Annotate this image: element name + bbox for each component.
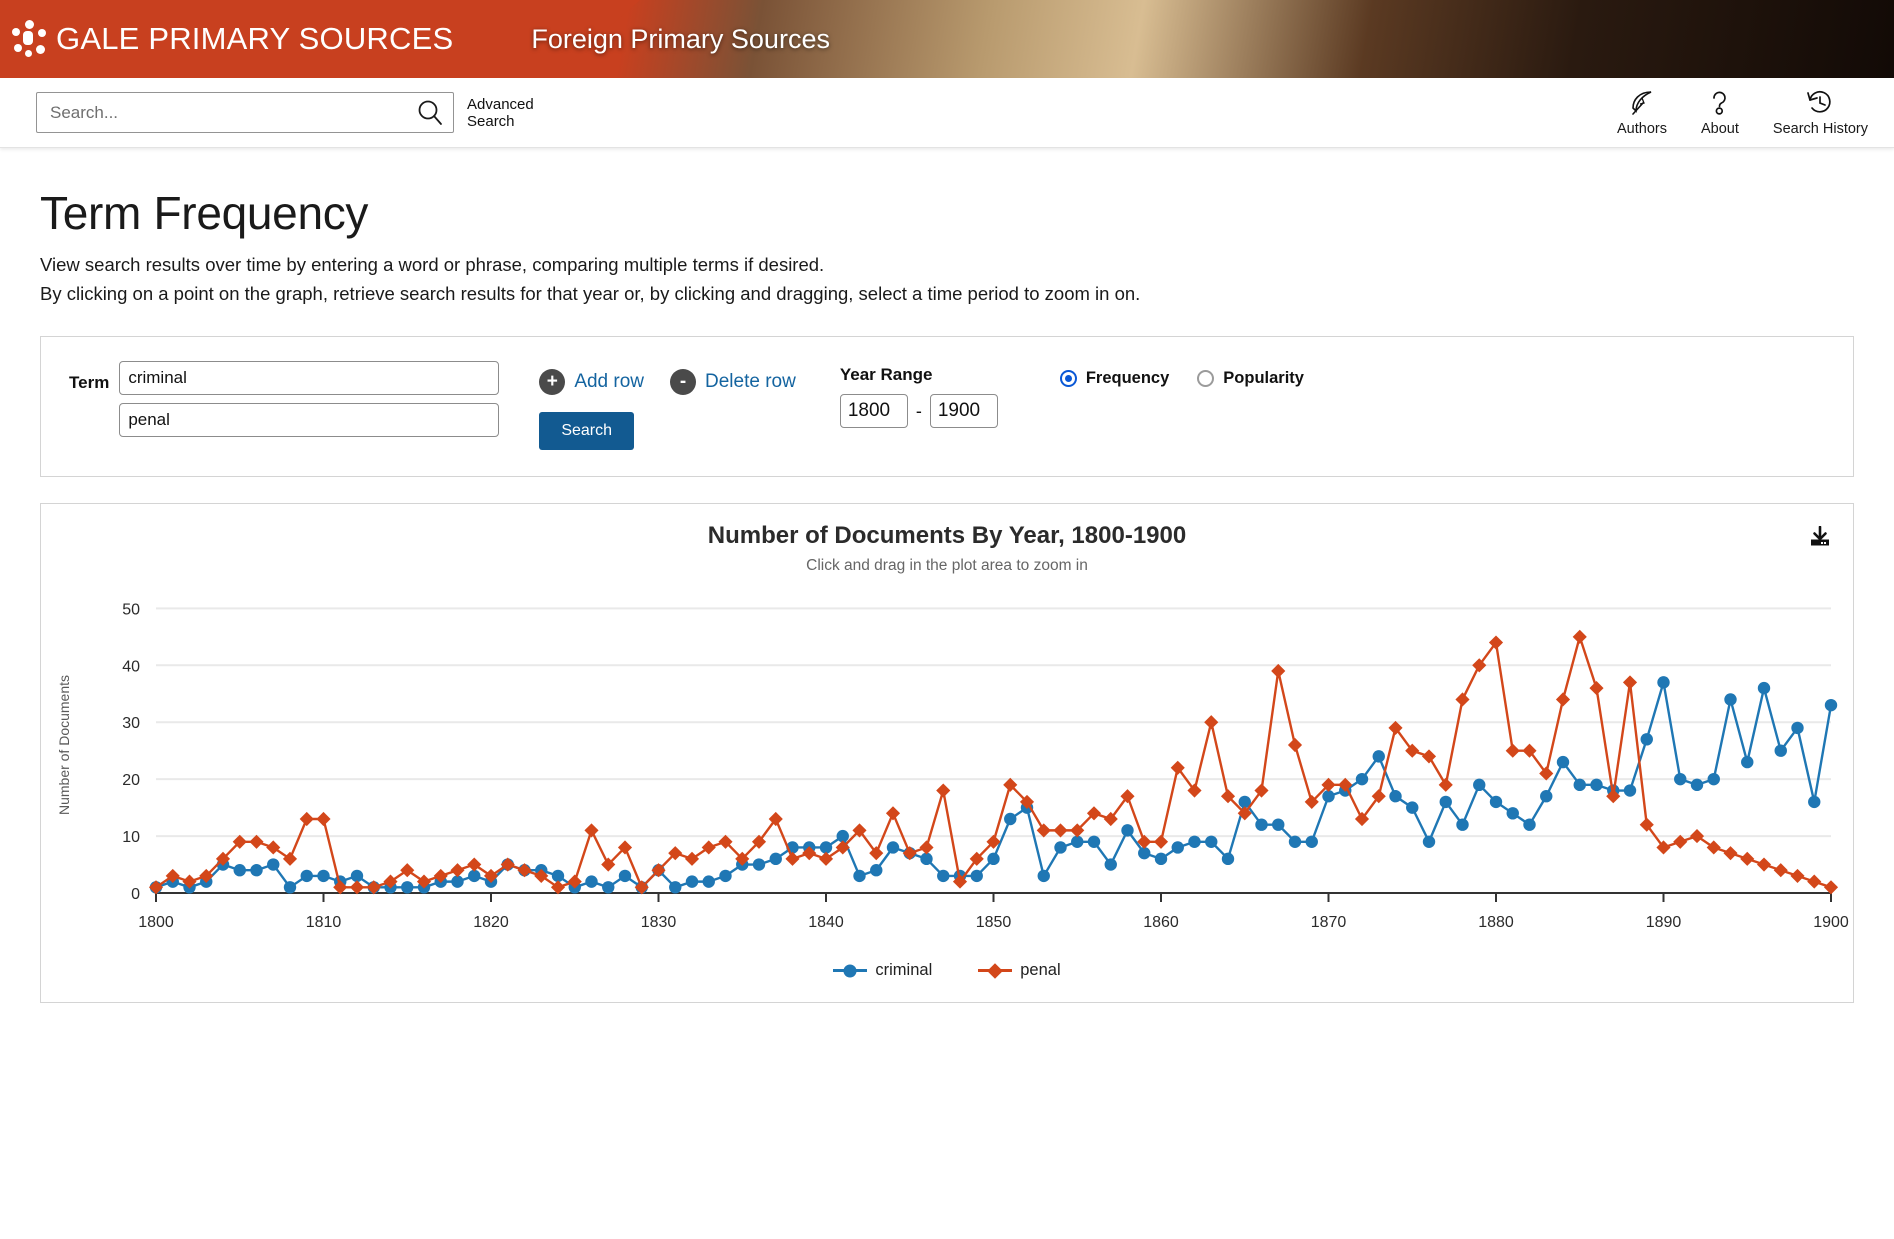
svg-text:1900: 1900 xyxy=(1813,914,1849,931)
delete-row-label: Delete row xyxy=(705,371,796,392)
svg-text:40: 40 xyxy=(122,658,140,675)
svg-text:50: 50 xyxy=(122,601,140,618)
radio-popularity-control[interactable] xyxy=(1197,370,1215,387)
plus-icon: + xyxy=(539,369,566,395)
svg-text:0: 0 xyxy=(131,886,140,903)
radio-frequency[interactable]: Frequency xyxy=(1059,369,1170,388)
radio-frequency-label: Frequency xyxy=(1085,369,1170,387)
svg-text:Number of Documents: Number of Documents xyxy=(56,675,72,815)
radio-popularity[interactable]: Popularity xyxy=(1197,369,1304,388)
svg-text:1830: 1830 xyxy=(641,914,677,931)
header-label-about: About xyxy=(1701,121,1739,137)
feather-icon xyxy=(1617,88,1667,118)
chart-legend: criminal penal xyxy=(41,961,1853,980)
mode-radio-group: Frequency Popularity xyxy=(1059,369,1304,388)
svg-text:10: 10 xyxy=(122,829,140,846)
term-frequency-plot[interactable]: 0 10 20 30 40 50 Number of Documents 1800 1810 18… xyxy=(41,575,1851,975)
svg-text:30: 30 xyxy=(122,715,140,732)
header-icon-group: Authors About Search History xyxy=(1617,78,1868,147)
row-actions-column: + Add row - Delete row Search xyxy=(539,361,796,450)
legend-label-penal: penal xyxy=(1020,961,1061,979)
page-body: Term Frequency View search results over … xyxy=(0,186,1894,1003)
search-icon[interactable] xyxy=(413,96,447,130)
question-mark-icon xyxy=(1701,88,1739,118)
global-search-bar: Advanced Search Authors About xyxy=(0,78,1894,148)
svg-text:1800: 1800 xyxy=(138,914,174,931)
advanced-search-line2: Search xyxy=(467,112,515,130)
svg-text:1810: 1810 xyxy=(306,914,342,931)
page-description-line2: By clicking on a point on the graph, ret… xyxy=(40,283,1141,304)
svg-text:1880: 1880 xyxy=(1478,914,1514,931)
radio-frequency-control[interactable] xyxy=(1059,370,1077,387)
svg-text:1850: 1850 xyxy=(976,914,1012,931)
year-range-column: Year Range - xyxy=(839,361,998,428)
delete-row-button[interactable]: - Delete row xyxy=(670,369,796,395)
download-icon[interactable] xyxy=(1809,525,1831,553)
svg-text:20: 20 xyxy=(122,772,140,789)
year-from-input[interactable] xyxy=(839,394,908,428)
term-label: Term xyxy=(69,373,110,392)
year-range-dash: - xyxy=(915,400,922,421)
search-button[interactable]: Search xyxy=(539,412,635,450)
chart-subtitle: Click and drag in the plot area to zoom … xyxy=(806,557,1088,574)
brand-title: GALE PRIMARY SOURCES xyxy=(56,21,454,56)
header-item-authors[interactable]: Authors xyxy=(1617,88,1667,137)
product-title: Foreign Primary Sources xyxy=(531,23,830,54)
svg-text:1840: 1840 xyxy=(808,914,844,931)
minus-icon: - xyxy=(670,369,697,395)
search-field-wrapper[interactable] xyxy=(36,92,454,133)
page-title: Term Frequency xyxy=(40,187,369,239)
legend-marker-penal xyxy=(987,962,1004,979)
term-input-1[interactable] xyxy=(119,361,500,395)
svg-text:1870: 1870 xyxy=(1311,914,1347,931)
term-input-list xyxy=(119,361,500,437)
year-range-label: Year Range xyxy=(839,365,933,384)
advanced-search-line1: Advanced xyxy=(467,95,534,113)
clock-history-icon xyxy=(1773,88,1868,118)
term-frequency-form: Term + Add row - Delete row Search Year … xyxy=(40,336,1854,477)
chart-title: Number of Documents By Year, 1800-1900 xyxy=(707,522,1187,549)
svg-text:1860: 1860 xyxy=(1143,914,1179,931)
legend-marker-criminal xyxy=(843,964,857,977)
brand-bar: GALE PRIMARY SOURCES Foreign Primary Sou… xyxy=(0,0,1894,78)
search-input[interactable] xyxy=(37,101,413,124)
legend-label-criminal: criminal xyxy=(875,961,933,979)
legend-item-penal[interactable]: penal xyxy=(978,961,1061,980)
term-column: Term xyxy=(69,361,500,437)
add-row-button[interactable]: + Add row xyxy=(539,369,644,395)
legend-item-criminal[interactable]: criminal xyxy=(833,961,932,980)
page-description-line1: View search results over time by enterin… xyxy=(40,254,825,275)
term-input-2[interactable] xyxy=(119,403,500,437)
header-item-about[interactable]: About xyxy=(1701,88,1739,137)
gale-starburst-logo[interactable] xyxy=(8,17,52,61)
header-label-search-history: Search History xyxy=(1772,121,1868,137)
advanced-search-link[interactable]: Advanced Search xyxy=(467,96,547,130)
year-to-input[interactable] xyxy=(929,394,998,428)
header-item-search-history[interactable]: Search History xyxy=(1773,88,1868,137)
svg-text:1820: 1820 xyxy=(473,914,509,931)
radio-popularity-label: Popularity xyxy=(1223,369,1304,387)
svg-text:1890: 1890 xyxy=(1646,914,1682,931)
add-row-label: Add row xyxy=(574,371,645,392)
header-label-authors: Authors xyxy=(1617,121,1667,137)
chart-panel: Number of Documents By Year, 1800-1900 C… xyxy=(40,503,1854,1003)
